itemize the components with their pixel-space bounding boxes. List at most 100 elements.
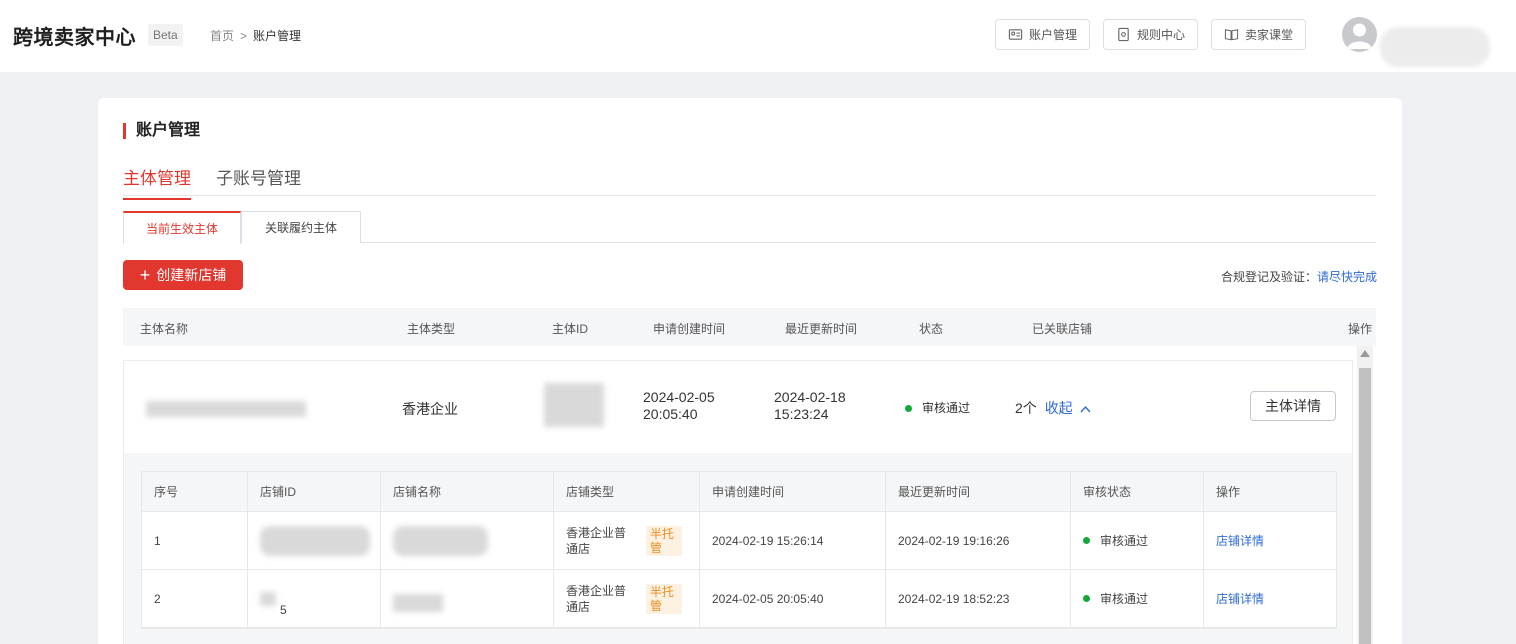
col-store-created: 申请创建时间 — [700, 472, 886, 511]
entity-updated-time: 2024-02-18 15:23:24 — [774, 389, 846, 422]
col-entity-name: 主体名称 — [140, 322, 189, 336]
seller-class-button[interactable]: 卖家课堂 — [1211, 19, 1307, 50]
col-store-name: 店铺名称 — [381, 472, 554, 511]
breadcrumb-current: 账户管理 — [253, 29, 302, 43]
entity-type: 香港企业 — [402, 401, 458, 417]
status-dot-icon — [1083, 537, 1090, 544]
store-detail-link[interactable]: 店铺详情 — [1216, 532, 1264, 549]
col-store-type: 店铺类型 — [554, 472, 700, 511]
sub-tabs: 当前生效主体 关联履约主体 — [123, 211, 1376, 244]
store-id-partial: 5 — [280, 602, 287, 617]
compliance-notice: 合规登记及验证：请尽快完成 — [1221, 268, 1377, 285]
store-index: 1 — [142, 512, 248, 569]
main-card: 账户管理 主体管理 子账号管理 当前生效主体 关联履约主体 + 创建新店铺 合规… — [98, 98, 1402, 644]
rules-center-label: 规则中心 — [1137, 28, 1186, 42]
table-row: 1 香港企业普通店 半托管 2024-02-19 15:26:14 2024-0… — [142, 512, 1336, 570]
col-linked-stores: 已关联店铺 — [1032, 322, 1093, 336]
store-index: 2 — [142, 570, 248, 627]
tab-entity-management[interactable]: 主体管理 — [123, 164, 191, 200]
store-created-time: 2024-02-19 15:26:14 — [700, 512, 886, 569]
col-review-status: 审核状态 — [1071, 472, 1204, 511]
entity-status: 审核通过 — [905, 399, 970, 416]
scroll-up-arrow-icon[interactable] — [1360, 350, 1370, 357]
store-created-time: 2024-02-05 20:05:40 — [700, 570, 886, 627]
col-created-time: 申请创建时间 — [653, 322, 726, 336]
store-actions: 店铺详情 — [1204, 570, 1337, 627]
avatar[interactable] — [1342, 17, 1377, 52]
compliance-link[interactable]: 请尽快完成 — [1317, 270, 1377, 284]
entity-name-redacted — [146, 401, 306, 417]
tab-current-entity[interactable]: 当前生效主体 — [123, 211, 241, 244]
rules-center-button[interactable]: 规则中心 — [1103, 19, 1199, 50]
breadcrumb: 首页 > 账户管理 — [210, 27, 301, 44]
entity-id-redacted — [544, 383, 604, 427]
app-title: 跨境卖家中心 — [13, 27, 136, 49]
store-id — [248, 512, 381, 569]
store-name-redacted — [393, 525, 488, 556]
account-management-button[interactable]: 账户管理 — [995, 19, 1091, 50]
store-id: 5 — [248, 570, 381, 627]
create-store-label: 创建新店铺 — [156, 267, 227, 283]
store-updated-time: 2024-02-19 19:16:26 — [886, 512, 1071, 569]
breadcrumb-separator: > — [240, 28, 248, 43]
store-id-redacted — [260, 591, 276, 606]
top-bar: 跨境卖家中心 Beta 首页 > 账户管理 账户管理 规则中心 卖家课堂 — [0, 0, 1516, 72]
store-table-header: 序号 店铺ID 店铺名称 店铺类型 申请创建时间 最近更新时间 审核状态 操作 — [142, 472, 1336, 512]
table-row: 香港企业 2024-02-05 20:05:40 2024-02-18 15:2… — [124, 361, 1352, 453]
store-type: 香港企业普通店 半托管 — [554, 570, 700, 627]
col-entity-id: 主体ID — [552, 322, 589, 336]
semi-managed-badge: 半托管 — [646, 583, 682, 614]
semi-managed-badge: 半托管 — [646, 525, 682, 556]
store-review-status-text: 审核通过 — [1100, 534, 1149, 548]
entity-status-text: 审核通过 — [922, 401, 971, 415]
store-name — [381, 570, 554, 627]
store-type-text: 香港企业普通店 — [566, 525, 627, 556]
id-card-icon — [1008, 29, 1023, 40]
account-management-label: 账户管理 — [1029, 28, 1078, 42]
compliance-label: 合规登记及验证： — [1220, 270, 1317, 284]
rules-doc-icon — [1118, 27, 1129, 42]
store-detail-link[interactable]: 店铺详情 — [1216, 590, 1264, 607]
store-name — [381, 512, 554, 569]
status-dot-icon — [905, 405, 912, 413]
vertical-scrollbar[interactable] — [1357, 346, 1373, 644]
col-actions: 操作 — [1348, 322, 1373, 336]
store-type: 香港企业普通店 半托管 — [554, 512, 700, 569]
store-id-redacted — [260, 525, 370, 556]
col-store-actions: 操作 — [1216, 485, 1241, 499]
tab-sub-account-management[interactable]: 子账号管理 — [216, 164, 301, 189]
store-review-status: 审核通过 — [1071, 512, 1204, 569]
store-name-redacted — [393, 593, 443, 612]
collapse-label: 收起 — [1044, 400, 1073, 416]
col-updated-time: 最近更新时间 — [785, 322, 858, 336]
table-row: 2 5 香港企业普通店 半托管 2024-02-05 20:05:40 2024… — [142, 570, 1336, 628]
linked-stores: 2个 收起 — [1015, 398, 1091, 418]
col-status: 状态 — [919, 322, 944, 336]
store-table: 序号 店铺ID 店铺名称 店铺类型 申请创建时间 最近更新时间 审核状态 操作 … — [141, 471, 1337, 629]
store-updated-time: 2024-02-19 18:52:23 — [886, 570, 1071, 627]
col-store-updated: 最近更新时间 — [886, 472, 1071, 511]
linked-stores-count: 2个 — [1015, 400, 1037, 416]
scrollbar-thumb[interactable] — [1359, 368, 1371, 644]
create-store-button[interactable]: + 创建新店铺 — [123, 260, 243, 290]
store-type-text: 香港企业普通店 — [566, 583, 627, 614]
chevron-up-icon — [1080, 405, 1091, 413]
main-tabs: 主体管理 子账号管理 — [123, 164, 1376, 200]
breadcrumb-home[interactable]: 首页 — [210, 27, 234, 44]
collapse-toggle[interactable]: 收起 — [1045, 400, 1091, 416]
page-title: 账户管理 — [123, 123, 200, 139]
tab-linked-fulfillment-entity[interactable]: 关联履约主体 — [241, 211, 361, 243]
store-list-expanded: 序号 店铺ID 店铺名称 店铺类型 申请创建时间 最近更新时间 审核状态 操作 … — [124, 453, 1352, 644]
store-review-status: 审核通过 — [1071, 570, 1204, 627]
entity-row-container: 香港企业 2024-02-05 20:05:40 2024-02-18 15:2… — [123, 360, 1353, 644]
entity-created-time: 2024-02-05 20:05:40 — [643, 389, 715, 422]
col-index: 序号 — [142, 472, 248, 511]
col-entity-type: 主体类型 — [407, 322, 456, 336]
user-name-redacted[interactable] — [1380, 27, 1490, 67]
status-dot-icon — [1083, 595, 1090, 602]
user-avatar-icon — [1347, 23, 1372, 49]
plus-icon: + — [139, 265, 151, 285]
seller-class-label: 卖家课堂 — [1245, 28, 1294, 42]
entity-detail-button[interactable]: 主体详情 — [1250, 391, 1336, 421]
store-review-status-text: 审核通过 — [1100, 592, 1149, 606]
